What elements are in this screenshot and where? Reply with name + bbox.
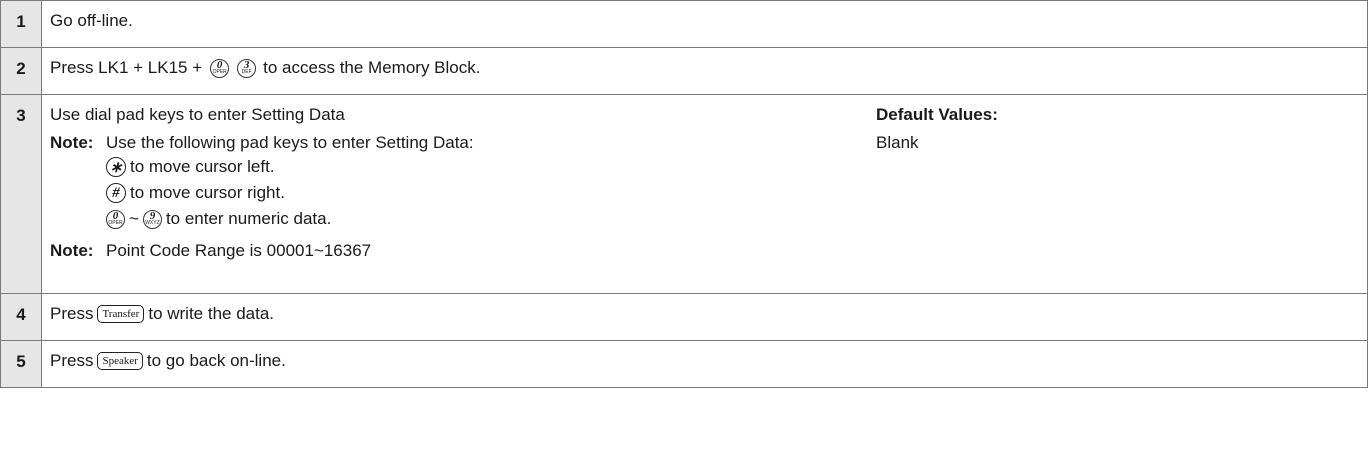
step-number: 3 [0, 94, 42, 294]
list-item: # to move cursor right. [106, 183, 876, 203]
key-0-oper-icon: 0 OPER [210, 58, 230, 78]
step-row-2: 2 Press LK1 + LK15 + 0 OPER 3 DEF to acces… [0, 47, 1368, 95]
step-instructions: Use dial pad keys to enter Setting Data … [50, 105, 876, 261]
step-body: Press Transfer to write the data. [41, 293, 1368, 341]
default-values-label: Default Values: [876, 105, 998, 124]
transfer-key-icon: Transfer [97, 305, 145, 323]
step-number: 2 [0, 47, 42, 95]
list-item: ∗ to move cursor left. [106, 157, 876, 177]
step-body: Go off-line. [41, 0, 1368, 48]
step-body: Use dial pad keys to enter Setting Data … [41, 94, 1368, 294]
step-number: 4 [0, 293, 42, 341]
step-text-suffix: to access the Memory Block. [263, 58, 481, 77]
note: Note: Use the following pad keys to ente… [50, 133, 876, 229]
speaker-key-icon: Speaker [97, 352, 143, 370]
default-values: Default Values: Blank [876, 105, 1359, 261]
hash-key-icon: # [106, 183, 126, 203]
step-text: Go off-line. [50, 11, 133, 30]
key-9-wxyz-icon: 9 WXYZ [142, 209, 162, 229]
step-number: 5 [0, 340, 42, 388]
key-3-def-icon: 3 DEF [237, 58, 257, 78]
key-0-oper-icon: 0 OPER [106, 209, 125, 229]
step-text: Use dial pad keys to enter Setting Data [50, 105, 345, 124]
note-text: Use the following pad keys to enter Sett… [106, 133, 474, 152]
star-key-icon: ∗ [106, 157, 126, 177]
note: Note: Point Code Range is 00001~16367 [50, 241, 372, 260]
procedure-table: 1 Go off-line. 2 Press LK1 + LK15 + 0 OPE… [0, 0, 1368, 388]
step-body: Press LK1 + LK15 + 0 OPER 3 DEF to access … [41, 47, 1368, 95]
step-body: Press Speaker to go back on-line. [41, 340, 1368, 388]
step-row-5: 5 Press Speaker to go back on-line. [0, 340, 1368, 388]
step-row-3: 3 Use dial pad keys to enter Setting Dat… [0, 94, 1368, 294]
default-values-value: Blank [876, 133, 919, 152]
step-text-prefix: Press LK1 + LK15 + [50, 58, 203, 77]
step-row-4: 4 Press Transfer to write the data. [0, 293, 1368, 341]
step-number: 1 [0, 0, 42, 48]
list-item: 0 OPER ~ 9 WXYZ to enter numeric data. [106, 209, 876, 229]
step-row-1: 1 Go off-line. [0, 0, 1368, 48]
